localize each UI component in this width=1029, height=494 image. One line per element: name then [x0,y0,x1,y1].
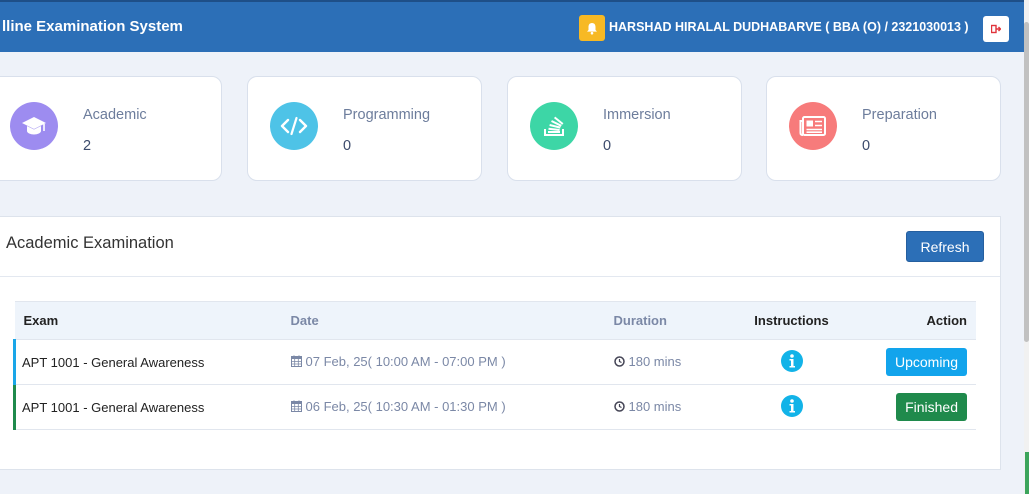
instructions-cell [736,384,847,430]
finished-button[interactable]: Finished [896,393,967,421]
exam-name: APT 1001 - General Awareness [13,384,291,430]
side-tab[interactable] [1025,452,1029,494]
exam-date-cell: 06 Feb, 25( 10:30 AM - 01:30 PM ) [290,384,614,430]
table-row: APT 1001 - General Awareness 07 Feb, 25(… [13,339,976,385]
exam-table: Exam Date Duration Instructions Action A… [13,301,976,430]
action-cell: Finished [846,384,976,430]
newspaper-icon [789,102,837,150]
table-row: APT 1001 - General Awareness 06 Feb, 25(… [13,384,976,430]
instructions-cell [736,339,847,385]
stat-label: Immersion [603,107,671,123]
stat-card-preparation[interactable]: Preparation 0 [766,76,1001,181]
scrollbar-thumb[interactable] [1024,22,1029,342]
info-icon[interactable] [780,349,803,375]
stat-card-academic[interactable]: Academic 2 [0,76,222,181]
panel-title: Academic Examination [6,234,174,252]
stat-label: Programming [343,107,431,123]
user-name[interactable]: HARSHAD HIRALAL DUDHABARVE ( BBA (O) / 2… [609,20,969,34]
top-bar: lline Examination System HARSHAD HIRALAL… [0,0,1029,52]
exam-duration: 180 mins [628,354,682,369]
clock-icon [613,355,625,370]
app-title: lline Examination System [2,18,183,35]
calendar-icon [290,400,302,415]
calendar-icon [290,355,302,370]
panel-header: Academic Examination Refresh [0,217,1000,277]
column-header-duration: Duration [613,301,737,340]
refresh-button[interactable]: Refresh [906,231,984,262]
exam-date: 06 Feb, 25( 10:30 AM - 01:30 PM ) [305,399,506,414]
exam-duration: 180 mins [628,399,682,414]
logout-icon[interactable] [983,16,1009,42]
stat-value: 0 [603,138,612,154]
exam-date: 07 Feb, 25( 10:00 AM - 07:00 PM ) [305,354,506,369]
stat-value: 0 [343,138,352,154]
column-header-exam: Exam [14,301,291,340]
stat-card-programming[interactable]: Programming 0 [247,76,482,181]
stat-value: 0 [862,138,871,154]
upcoming-button[interactable]: Upcoming [885,348,967,376]
exam-duration-cell: 180 mins [613,384,737,430]
column-header-instructions: Instructions [736,301,847,340]
info-icon[interactable] [780,394,803,420]
exam-duration-cell: 180 mins [613,339,737,385]
code-icon [270,102,318,150]
action-cell: Upcoming [846,339,976,385]
table-header-row: Exam Date Duration Instructions Action [14,301,976,340]
bell-icon[interactable] [579,15,605,41]
exam-date-cell: 07 Feb, 25( 10:00 AM - 07:00 PM ) [290,339,614,385]
stat-card-immersion[interactable]: Immersion 0 [507,76,742,181]
stat-label: Academic [83,107,147,123]
stat-value: 2 [83,138,92,154]
graduation-cap-icon [10,102,58,150]
clock-icon [613,400,625,415]
stat-label: Preparation [862,107,937,123]
column-header-date: Date [290,301,614,340]
column-header-action: Action [846,301,976,340]
stack-icon [530,102,578,150]
exam-name: APT 1001 - General Awareness [13,339,291,385]
